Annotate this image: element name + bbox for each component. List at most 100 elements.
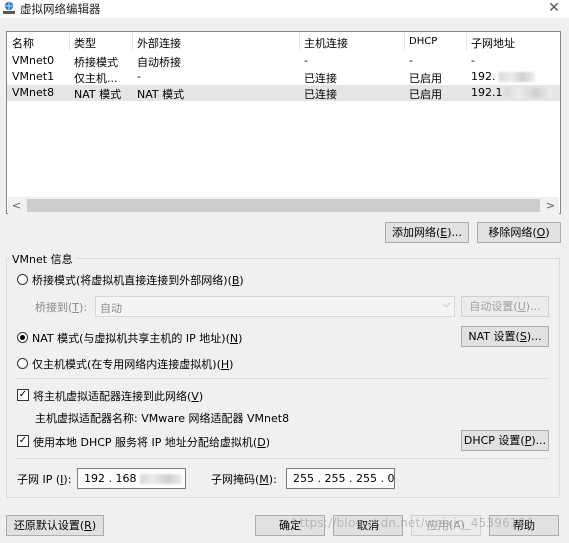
use-dhcp-label[interactable]: 使用本地 DHCP 服务将 IP 地址分配给虚拟机(D) <box>33 434 270 450</box>
table-row-vmnet0[interactable]: VMnet0 桥接模式 自动桥接 - - - <box>7 53 560 69</box>
use-dhcp-tail: ) <box>265 436 270 449</box>
nat-settings-tail: )... <box>526 330 542 343</box>
dhcp-settings-tail: )... <box>531 434 547 447</box>
column-header-type[interactable]: 类型 <box>74 35 96 51</box>
connect-adapter-key: V <box>191 390 199 403</box>
scroll-right-icon[interactable]: > <box>542 197 559 214</box>
restore-defaults-label: 还原默认设置( <box>13 519 85 532</box>
nat-mode-text: NAT 模式(与虚拟机共享主机的 IP 地址)( <box>32 332 230 345</box>
bridged-to-label: 桥接到(T): <box>35 299 87 315</box>
cell-host: - <box>304 54 308 67</box>
scroll-left-icon[interactable]: < <box>8 197 25 214</box>
host-only-label[interactable]: 仅主机模式(在专用网络内连接虚拟机)(H) <box>32 356 233 372</box>
use-dhcp-key: D <box>257 436 266 449</box>
cell-external: NAT 模式 <box>137 88 185 101</box>
subnet-mask-label: 子网掩码(M): <box>211 471 277 487</box>
nat-mode-label[interactable]: NAT 模式(与虚拟机共享主机的 IP 地址)(N) <box>32 330 242 346</box>
host-only-key: H <box>220 358 230 371</box>
host-only-radio[interactable] <box>17 358 28 369</box>
add-network-label: 添加网络( <box>391 226 441 239</box>
cell-dhcp: 已启用 <box>409 88 442 101</box>
auto-settings-tail: )... <box>525 300 541 313</box>
cell-type: NAT 模式 <box>74 88 122 101</box>
bridged-to-value: 自动 <box>100 302 122 315</box>
auto-settings-key: U <box>517 300 526 313</box>
table-row-vmnet1[interactable]: VMnet1 仅主机... - 已连接 已启用 192. <box>7 69 560 85</box>
subnet-mask-tail: ): <box>268 473 277 486</box>
restore-defaults-tail: ) <box>91 519 97 532</box>
nat-mode-radio[interactable] <box>17 332 28 343</box>
subnet-mask-text: 子网掩码( <box>211 473 260 486</box>
cell-subnet: 192.1 <box>471 86 503 99</box>
network-list[interactable]: 名称 类型 外部连接 主机连接 DHCP 子网地址 VMnet0 桥接模式 自动… <box>6 31 561 214</box>
nat-settings-label: NAT 设置( <box>468 330 520 343</box>
connect-adapter-label[interactable]: 将主机虚拟适配器连接到此网络(V) <box>33 388 203 404</box>
connect-adapter-text: 将主机虚拟适配器连接到此网络( <box>33 390 192 403</box>
redacted-blur <box>499 72 535 82</box>
cell-dhcp: - <box>409 54 413 67</box>
nat-mode-tail: ) <box>238 332 243 345</box>
subnet-ip-input[interactable]: 192 . 168 . <box>77 468 186 489</box>
host-only-text: 仅主机模式(在专用网络内连接虚拟机)( <box>32 358 221 371</box>
close-icon[interactable]: ✕ <box>545 0 563 17</box>
divider <box>15 378 550 379</box>
bridged-mode-label[interactable]: 桥接模式(将虚拟机直接连接到外部网络)(B) <box>32 272 244 288</box>
auto-settings-label: 自动设置( <box>469 300 518 313</box>
horizontal-scrollbar[interactable]: < > <box>8 196 559 214</box>
connect-adapter-checkbox[interactable]: ✓ <box>17 389 29 401</box>
remove-network-button[interactable]: 移除网络(O) <box>477 222 561 243</box>
cell-name: VMnet8 <box>12 86 55 99</box>
auto-settings-button[interactable]: 自动设置(U)... <box>461 296 549 317</box>
connect-adapter-tail: ) <box>198 390 204 403</box>
use-dhcp-checkbox[interactable]: ✓ <box>17 435 29 447</box>
cell-external: 自动桥接 <box>137 56 181 69</box>
remove-network-label: 移除网络( <box>488 226 537 239</box>
subnet-ip-text: 子网 IP ( <box>17 473 61 486</box>
nat-settings-button[interactable]: NAT 设置(S)... <box>461 326 549 347</box>
redacted-blur <box>140 474 182 484</box>
subnet-ip-tail: ): <box>63 473 72 486</box>
chevron-down-icon: ⌵ <box>442 299 450 310</box>
network-globe-icon <box>3 1 15 14</box>
bridged-mode-text: 桥接模式(将虚拟机直接连接到外部网络)( <box>32 274 232 287</box>
add-network-button[interactable]: 添加网络(E)... <box>385 222 469 243</box>
use-dhcp-text: 使用本地 DHCP 服务将 IP 地址分配给虚拟机( <box>33 436 258 449</box>
radio-selected-dot <box>20 335 25 340</box>
adapter-name-text: 主机虚拟适配器名称: VMware 网络适配器 VMnet8 <box>35 412 290 425</box>
subnet-ip-label: 子网 IP (I): <box>17 471 71 487</box>
column-header-host[interactable]: 主机连接 <box>304 35 348 51</box>
bridged-to-tail: ): <box>79 301 88 314</box>
cell-subnet: - <box>471 54 475 67</box>
cell-host: 已连接 <box>304 88 337 101</box>
watermark-text: https://blog.csdn.net/weixin_45396186 <box>292 516 534 530</box>
subnet-ip-value: 192 . 168 . <box>84 472 144 485</box>
column-header-name[interactable]: 名称 <box>12 35 34 51</box>
table-row-vmnet8[interactable]: VMnet8 NAT 模式 NAT 模式 已连接 已启用 192.1 <box>7 85 560 101</box>
dhcp-settings-label: DHCP 设置( <box>463 434 525 447</box>
subnet-mask-input[interactable]: 255 . 255 . 255 . 0 <box>286 468 395 489</box>
dhcp-settings-button[interactable]: DHCP 设置(P)... <box>461 430 549 451</box>
window-title: 虚拟网络编辑器 <box>20 2 101 16</box>
subnet-mask-key: M <box>259 473 269 486</box>
cell-dhcp: 已启用 <box>409 72 442 85</box>
vmnet-info-title: VMnet 信息 <box>10 251 75 267</box>
bridged-mode-tail: ) <box>239 274 244 287</box>
column-header-subnet[interactable]: 子网地址 <box>471 35 515 51</box>
bridged-to-text: 桥接到( <box>35 301 73 314</box>
bridged-to-select[interactable]: 自动 ⌵ <box>95 296 455 317</box>
column-header-external[interactable]: 外部连接 <box>137 35 181 51</box>
restore-defaults-key: R <box>84 519 92 532</box>
host-only-tail: ) <box>229 358 234 371</box>
cell-host: 已连接 <box>304 72 337 85</box>
cell-subnet: 192. <box>471 70 496 83</box>
scrollbar-thumb[interactable] <box>27 199 540 212</box>
add-network-tail: )... <box>447 226 463 239</box>
divider <box>15 458 550 459</box>
bridged-mode-radio[interactable] <box>17 274 28 285</box>
cell-type: 桥接模式 <box>74 56 118 69</box>
nat-settings-key: S <box>519 330 527 343</box>
cell-type: 仅主机... <box>74 72 118 85</box>
column-header-dhcp[interactable]: DHCP <box>409 36 437 47</box>
remove-network-tail: ) <box>545 226 550 239</box>
restore-defaults-button[interactable]: 还原默认设置(R) <box>6 515 104 536</box>
